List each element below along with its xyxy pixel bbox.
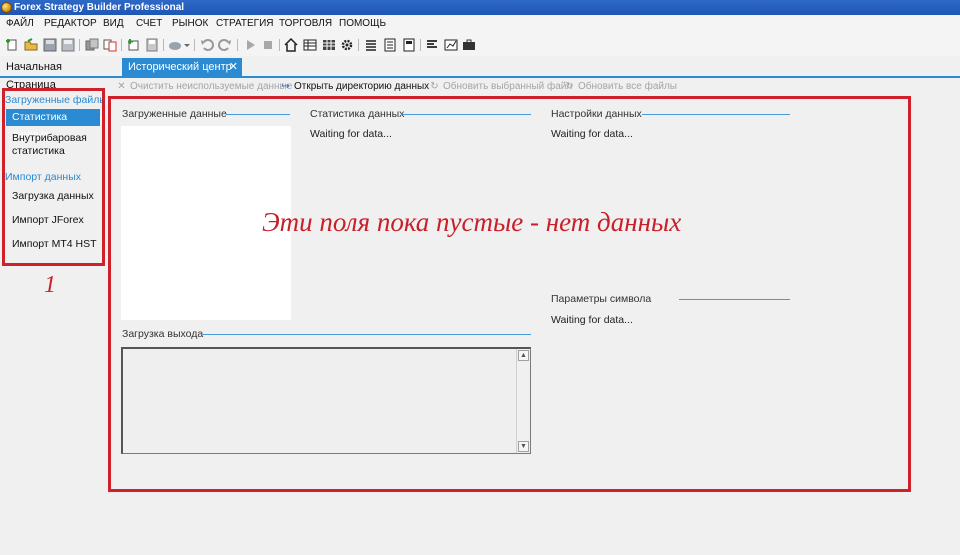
chart-icon[interactable] (444, 38, 458, 52)
add-indicator-icon[interactable] (127, 38, 141, 52)
save-strategy-icon[interactable] (145, 38, 159, 52)
tab-start-page[interactable]: Начальная Страница (0, 58, 118, 91)
clear-unused-button[interactable]: ✕ Очистить неиспользуемые данные (116, 81, 292, 92)
toolbar-separator (279, 39, 280, 51)
document-icon[interactable] (383, 38, 397, 52)
menu-trading[interactable]: ТОРГОВЛЯ (279, 18, 332, 29)
new-strategy-icon[interactable] (5, 38, 19, 52)
gear-icon[interactable] (340, 38, 354, 52)
menu-help[interactable]: ПОМОЩЬ (339, 18, 386, 29)
tab-history-center[interactable]: Исторический центр ✕ (122, 58, 242, 76)
stop-icon[interactable] (261, 38, 275, 52)
annotation-frame-main (108, 96, 911, 492)
annotation-frame-sidebar (2, 88, 105, 266)
refresh-icon: ↻ (430, 81, 439, 92)
open-folder-icon[interactable] (24, 38, 38, 52)
window-title: Forex Strategy Builder Professional (14, 2, 185, 13)
clear-unused-label: Очистить неиспользуемые данные (130, 81, 293, 92)
app-window: Forex Strategy Builder Professional ФАЙЛ… (0, 0, 960, 555)
toolbar-separator (121, 39, 122, 51)
undo-icon[interactable] (200, 38, 214, 52)
menu-market[interactable]: РЫНОК (172, 18, 208, 29)
toolbar-separator (194, 39, 195, 51)
close-icon[interactable]: ✕ (229, 58, 238, 76)
toolbar-separator (79, 39, 80, 51)
annotation-number: 1 (44, 272, 56, 298)
main-toolbar (0, 34, 960, 56)
tab-label: Начальная Страница (6, 61, 62, 91)
align-icon[interactable] (425, 38, 439, 52)
grid-icon[interactable] (322, 38, 336, 52)
play-icon[interactable] (243, 38, 257, 52)
table-icon[interactable] (303, 38, 317, 52)
update-all-label: Обновить все файлы (578, 81, 677, 92)
cloud-dropdown-icon[interactable] (168, 38, 190, 52)
menu-strategy[interactable]: СТРАТЕГИЯ (216, 18, 274, 29)
refresh-icon: ↻ (565, 81, 574, 92)
annotation-text: Эти поля пока пустые - нет данных (262, 207, 682, 237)
list-icon[interactable] (364, 38, 378, 52)
briefcase-icon[interactable] (462, 38, 476, 52)
menu-file[interactable]: ФАЙЛ (6, 18, 34, 29)
history-toolbar: ✕ Очистить неиспользуемые данные ↪ Открыть… (110, 80, 960, 96)
toolbar-separator (163, 39, 164, 51)
report-icon[interactable] (402, 38, 416, 52)
copy-icon[interactable] (103, 38, 117, 52)
menu-view[interactable]: ВИД (103, 18, 124, 29)
folder-arrow-icon: ↪ (281, 81, 290, 92)
title-bar: Forex Strategy Builder Professional (0, 0, 960, 15)
update-selected-button[interactable]: ↻ Обновить выбранный файл (429, 81, 572, 92)
app-logo-icon (1, 2, 12, 13)
open-data-dir-button[interactable]: ↪ Открыть директорию данных (280, 81, 429, 92)
open-data-dir-label: Открыть директорию данных (294, 81, 430, 92)
menu-account[interactable]: СЧЕТ (136, 18, 162, 29)
save-as-icon[interactable] (61, 38, 75, 52)
clear-icon: ✕ (117, 81, 126, 92)
tab-strip: Начальная Страница Исторический центр ✕ (0, 58, 960, 91)
menu-bar: ФАЙЛ РЕДАКТОР ВИД СЧЕТ РЫНОК СТРАТЕГИЯ Т… (0, 15, 960, 34)
tab-label: Исторический центр (128, 61, 232, 73)
toolbar-separator (420, 39, 421, 51)
duplicate-icon[interactable] (85, 38, 99, 52)
toolbar-separator (237, 39, 238, 51)
update-selected-label: Обновить выбранный файл (443, 81, 573, 92)
update-all-button[interactable]: ↻ Обновить все файлы (564, 81, 677, 92)
toolbar-separator (358, 39, 359, 51)
home-icon[interactable] (284, 38, 298, 52)
save-icon[interactable] (43, 38, 57, 52)
redo-icon[interactable] (218, 38, 232, 52)
menu-editor[interactable]: РЕДАКТОР (44, 18, 97, 29)
